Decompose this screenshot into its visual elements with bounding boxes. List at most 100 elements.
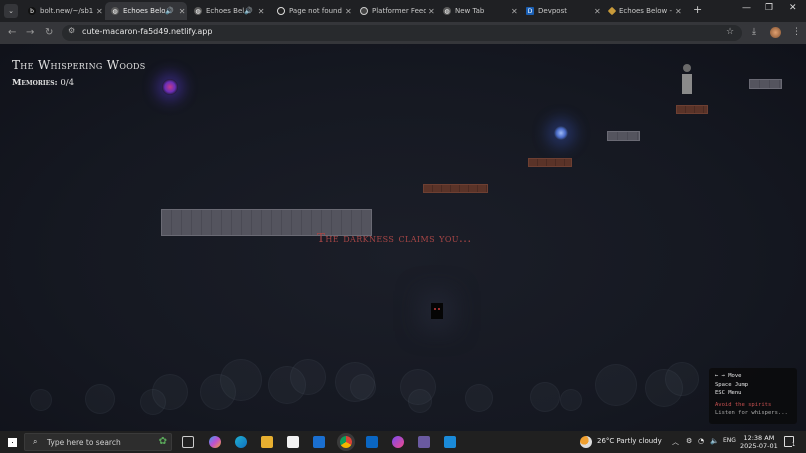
plant-icon: ✿ [158, 436, 167, 447]
network-icon[interactable]: ⚙ [686, 437, 692, 445]
taskbar-search-box[interactable]: ⌕ Type here to search ✿ [24, 433, 172, 451]
tab-label: Echoes Below - [619, 7, 672, 15]
help-warning: Avoid the spirits [715, 401, 772, 408]
game-canvas[interactable]: The Whispering Woods Memories: 0/4 The d… [0, 44, 806, 431]
memories-value: 0/4 [60, 78, 75, 88]
github-icon [277, 7, 285, 15]
messenger-icon[interactable] [392, 436, 404, 448]
close-tab-icon[interactable]: ✕ [594, 7, 601, 16]
back-button[interactable]: ← [8, 27, 16, 38]
devpost-icon: D [526, 7, 534, 15]
tab-bolt[interactable]: b bolt.new/~/sb1 ✕ [22, 2, 104, 20]
fog-bubble [290, 359, 326, 395]
fog-bubble [408, 389, 432, 413]
statue-head [683, 64, 691, 72]
menu-kebab-icon[interactable]: ⋮ [792, 27, 801, 37]
fog-bubble [30, 389, 52, 411]
tab-devpost[interactable]: D Devpost ✕ [520, 2, 602, 20]
openai-icon [360, 7, 368, 15]
help-move: ← → Move [715, 373, 742, 379]
store-icon[interactable] [287, 436, 299, 448]
tab-label: bolt.new/~/sb1 [40, 7, 94, 15]
tab-label: Page not found [289, 7, 342, 15]
tab-new-tab[interactable]: ◍ New Tab ✕ [437, 2, 519, 20]
help-menu: ESC Menu [715, 390, 742, 396]
weather-text[interactable]: 26°C Partly cloudy [597, 437, 662, 445]
file-explorer-icon[interactable] [261, 436, 273, 448]
taskbar-clock[interactable]: 12:38 AM 2025-07-01 [740, 434, 778, 450]
windows-start-icon[interactable] [8, 438, 17, 447]
globe-icon: ◍ [111, 7, 119, 15]
download-icon[interactable]: ⤓ [752, 27, 756, 37]
tab-label: Echoes Below [206, 7, 244, 15]
outlook-icon[interactable] [313, 436, 325, 448]
close-tab-icon[interactable]: ✕ [179, 7, 186, 16]
tab-echoes-below-active[interactable]: ◍ Echoes Below 🔊 ✕ [105, 2, 187, 20]
bolt-icon: b [28, 7, 36, 15]
close-tab-icon[interactable]: ✕ [96, 7, 103, 16]
memory-orb [554, 126, 568, 140]
memories-label: Memories: [12, 78, 58, 88]
tab-search-button[interactable]: ⌄ [4, 4, 18, 18]
close-tab-icon[interactable]: ✕ [258, 7, 265, 16]
controls-help-panel: ← → Move Space Jump ESC Menu Avoid the s… [709, 368, 797, 424]
copilot-icon[interactable] [209, 436, 221, 448]
close-tab-icon[interactable]: ✕ [345, 7, 352, 16]
tab-label: New Tab [455, 7, 485, 15]
volume-icon[interactable]: 🔈 [710, 437, 719, 445]
help-jump: Space Jump [715, 381, 749, 388]
fog-bubble [85, 384, 115, 414]
site-info-icon[interactable]: ⚙ [68, 26, 75, 35]
new-tab-button[interactable]: + [693, 3, 702, 16]
stone-platform [749, 79, 782, 89]
address-bar[interactable]: ⚙ cute-macaron-fa5d49.netlify.app [62, 25, 742, 41]
globe-icon: ◍ [194, 7, 202, 15]
close-window-button[interactable]: ✕ [789, 3, 797, 13]
search-icon: ⌕ [33, 437, 38, 446]
app-icon[interactable] [418, 436, 430, 448]
fog-bubble [152, 374, 188, 410]
player-character [431, 303, 443, 319]
brick-platform [528, 158, 572, 167]
profile-avatar[interactable] [770, 27, 781, 38]
memories-counter: Memories: 0/4 [12, 78, 74, 88]
browser-toolbar: ← → ↻ ⚙ cute-macaron-fa5d49.netlify.app … [0, 22, 806, 44]
tab-echoes-below-2[interactable]: ◍ Echoes Below 🔊 ✕ [188, 2, 270, 20]
edge-icon[interactable] [235, 436, 247, 448]
wifi-icon[interactable]: ◔ [698, 437, 704, 445]
tab-label: Platformer Feed [372, 7, 426, 15]
tab-label: Echoes Below [123, 7, 165, 15]
tab-echoes-below-3[interactable]: Echoes Below - ✕ [603, 2, 685, 20]
vscode-icon[interactable] [444, 436, 456, 448]
reload-button[interactable]: ↻ [45, 27, 53, 38]
minimize-button[interactable]: — [742, 3, 751, 13]
restore-button[interactable]: ❐ [765, 3, 773, 13]
statue-pillar [682, 74, 692, 94]
clock-date: 2025-07-01 [740, 442, 778, 450]
speaker-icon[interactable]: 🔊 [165, 7, 174, 15]
task-view-icon[interactable] [182, 436, 194, 448]
bookmark-star-icon[interactable]: ☆ [726, 27, 734, 37]
linkedin-icon[interactable] [366, 436, 378, 448]
player-eye [438, 308, 440, 310]
fog-bubble [350, 374, 376, 400]
close-tab-icon[interactable]: ✕ [675, 7, 682, 16]
forward-button[interactable]: → [26, 27, 34, 38]
close-tab-icon[interactable]: ✕ [511, 7, 518, 16]
weather-icon [580, 436, 592, 448]
tab-page-not-found[interactable]: Page not found ✕ [271, 2, 353, 20]
fog-bubble [465, 384, 493, 412]
language-indicator[interactable]: ENG [723, 437, 736, 444]
brick-platform [423, 184, 488, 193]
chrome-icon[interactable] [340, 436, 352, 448]
clock-time: 12:38 AM [743, 434, 775, 442]
search-placeholder: Type here to search [47, 438, 121, 447]
level-title: The Whispering Woods [12, 58, 146, 72]
close-tab-icon[interactable]: ✕ [428, 7, 435, 16]
tab-platformer-feed[interactable]: Platformer Feed ✕ [354, 2, 436, 20]
fog-bubble [530, 382, 560, 412]
player-eye [434, 308, 436, 310]
url-text: cute-macaron-fa5d49.netlify.app [82, 27, 213, 36]
tray-chevron-icon[interactable]: ︿ [672, 437, 679, 447]
speaker-icon[interactable]: 🔊 [244, 7, 253, 15]
